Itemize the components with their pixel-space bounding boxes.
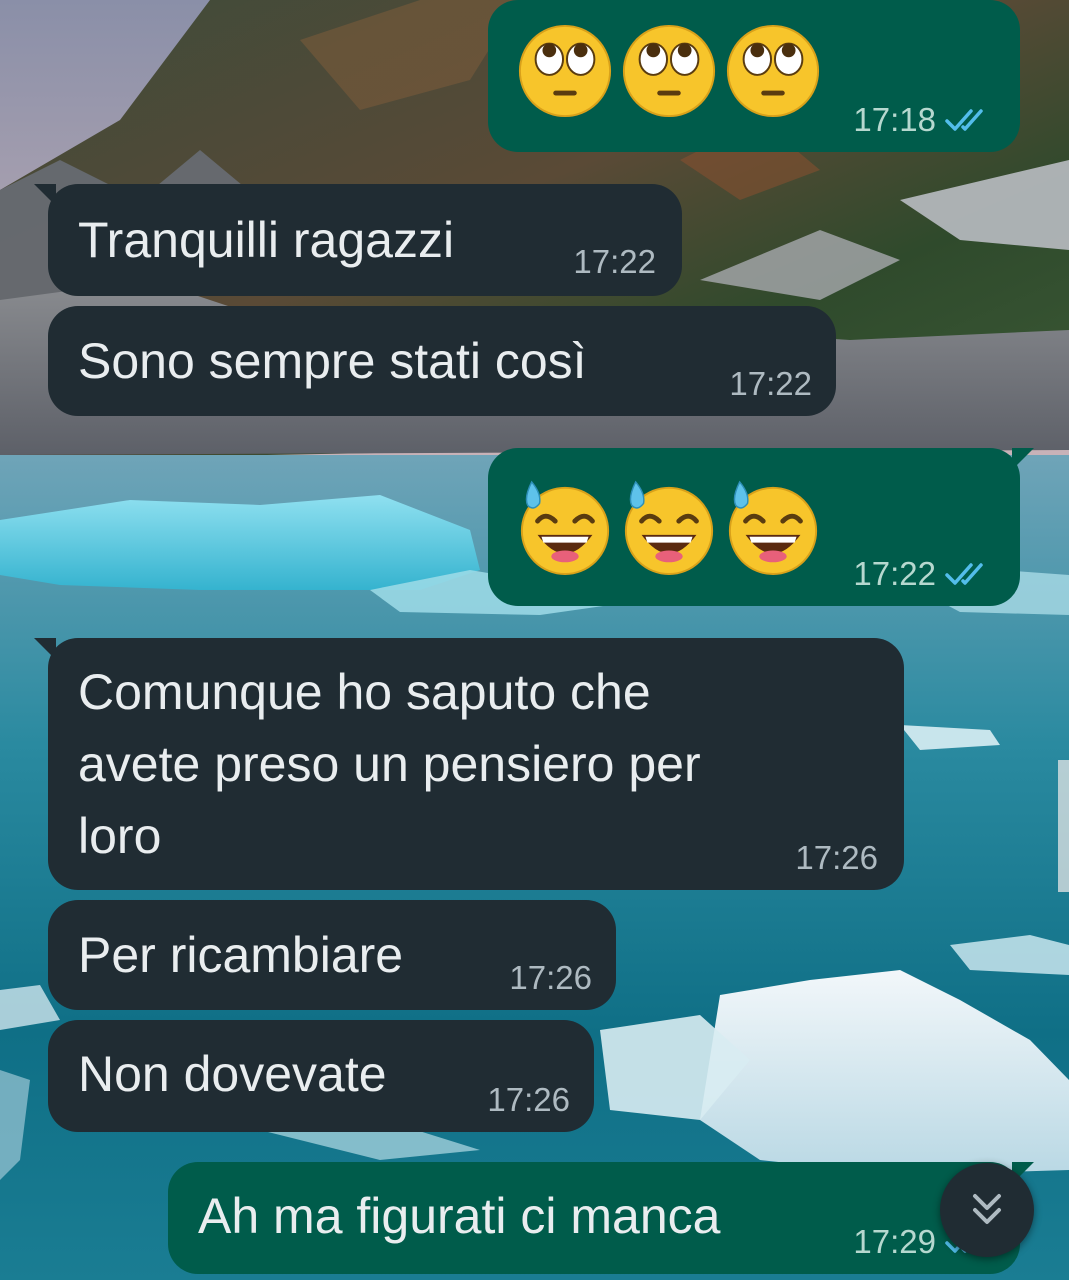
message-text-line-1: Comunque ho saputo che [78,664,651,720]
message-time: 17:29 [853,1223,936,1260]
bubble-tail [34,638,56,660]
message-time: 17:22 [573,243,656,280]
grinning-face-with-sweat-icon [728,480,818,576]
message-text: Tranquilli ragazzi [78,212,455,268]
message-time: 17:26 [509,959,592,996]
emoji-row [516,22,822,120]
bubble-tail [1012,448,1034,470]
message-text: Non dovevate [78,1046,387,1102]
message-meta: 17:26 [795,840,878,876]
bubble-tail [34,184,56,206]
message-time: 17:22 [853,555,936,592]
message-time: 17:26 [487,1081,570,1118]
message-text: Sono sempre stati così [78,333,587,389]
edge-panel-handle[interactable] [1058,760,1069,892]
message-incoming-6[interactable]: Per ricambiare 17:26 [48,900,616,1010]
message-incoming-2[interactable]: Tranquilli ragazzi 17:22 [34,184,682,296]
message-meta: 17:26 [487,1082,570,1118]
chat-screen: 17:18 Tranquilli ragazzi 17:22 Sono semp… [0,0,1069,1280]
message-meta: 17:26 [509,960,592,996]
grinning-face-with-sweat-icon [520,480,610,576]
message-text: Per ricambiare [78,927,404,983]
message-text-line-3: loro [78,808,162,864]
message-text-line-2: avete preso un pensiero per [78,736,701,792]
double-check-read-icon [945,109,983,131]
message-time: 17:26 [795,839,878,876]
face-with-rolling-eyes-icon [622,24,716,118]
double-chevron-down-icon [973,1194,1001,1224]
message-outgoing-1[interactable]: 17:18 [488,0,1020,152]
message-meta: 17:22 [573,244,656,280]
face-with-rolling-eyes-icon [518,24,612,118]
message-meta: 17:22 [853,556,992,592]
double-check-read-icon [945,563,983,585]
message-time: 17:22 [729,365,812,402]
face-with-rolling-eyes-icon [726,24,820,118]
message-meta: 17:22 [729,366,812,402]
message-outgoing-4[interactable]: 17:22 [488,448,1034,606]
message-incoming-3[interactable]: Sono sempre stati così 17:22 [48,306,836,416]
message-incoming-5[interactable]: Comunque ho saputo che avete preso un pe… [34,638,904,890]
emoji-row [516,478,822,576]
message-time: 17:18 [853,101,936,138]
message-text: Ah ma figurati ci manca [198,1188,721,1244]
grinning-face-with-sweat-icon [624,480,714,576]
message-meta: 17:18 [853,102,992,138]
message-incoming-7[interactable]: Non dovevate 17:26 [48,1020,594,1132]
scroll-to-bottom-button[interactable] [940,1163,1034,1257]
message-outgoing-8[interactable]: Ah ma figurati ci manca 17:29 [168,1162,1034,1274]
